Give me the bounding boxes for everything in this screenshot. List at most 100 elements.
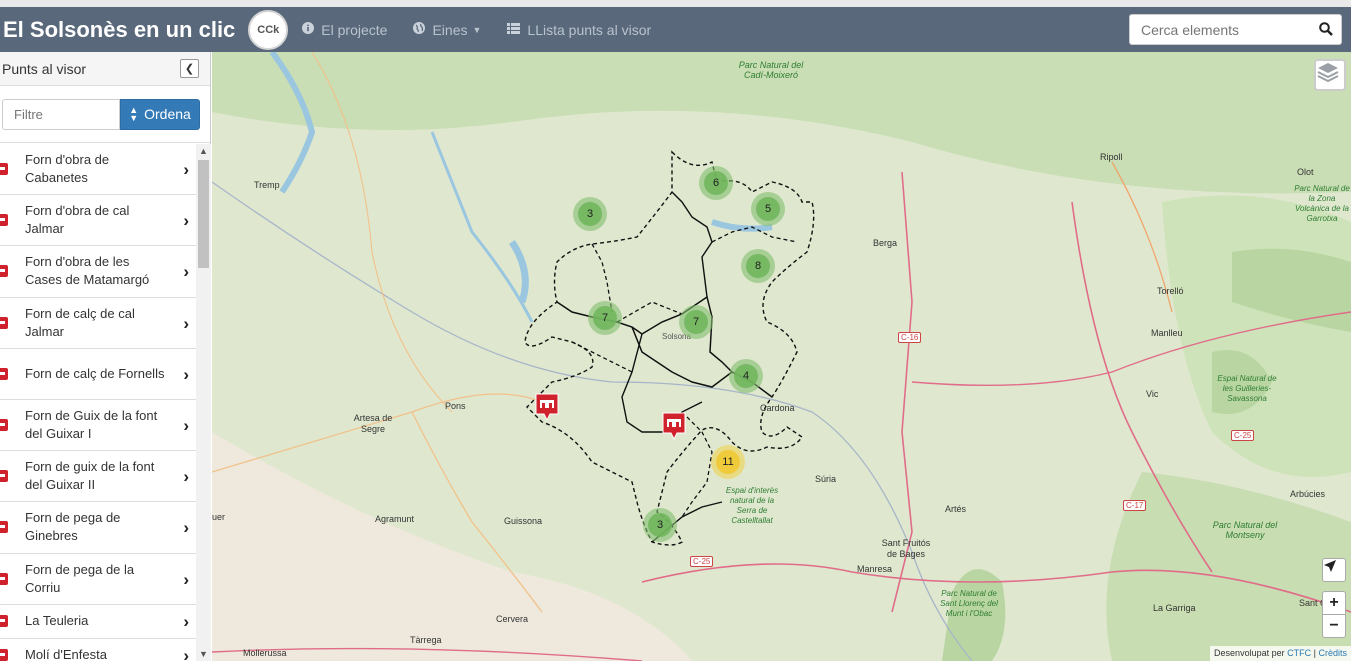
road-label-c16: C-16 — [898, 332, 922, 343]
kiln-marker-icon — [0, 470, 8, 483]
marker-cluster[interactable]: 8 — [741, 249, 775, 283]
cluster-count: 3 — [648, 513, 672, 537]
list-item[interactable]: Molí d'Enfesta › — [0, 639, 196, 661]
cluster-count: 4 — [734, 364, 758, 388]
list-item[interactable]: Forn d'obra de cal Jalmar › — [0, 195, 196, 247]
sort-button-label: Ordena — [144, 106, 191, 122]
marker-cluster[interactable]: 6 — [699, 166, 733, 200]
brand-title[interactable]: El Solsonès en un clic — [3, 17, 235, 43]
kiln-marker-icon — [0, 214, 8, 227]
search-icon[interactable] — [1319, 22, 1333, 41]
search-box — [1129, 14, 1342, 45]
park-castelltallat: Espai d'interès natural de la Serra de C… — [725, 486, 779, 525]
place-berga: Berga — [873, 238, 898, 248]
sidebar-title: Punts al visor — [2, 60, 87, 77]
search-input[interactable] — [1130, 21, 1310, 38]
place-artesa: Artesa de Segre — [353, 413, 393, 434]
sort-button[interactable]: ▲ ▼ Ordena — [120, 98, 200, 130]
info-icon — [302, 22, 315, 37]
list-item[interactable]: Forn de Guix de la font del Guixar I › — [0, 400, 196, 452]
brand-logo[interactable]: CCk — [248, 9, 289, 50]
chevron-right-icon: › — [183, 211, 189, 231]
sidebar-filter-bar: ▲▼ Ordena — [0, 86, 210, 143]
kiln-marker-icon — [0, 649, 8, 661]
chevron-right-icon: › — [183, 160, 189, 180]
sort-icon: ▲ ▼ — [129, 105, 139, 123]
marker-cluster[interactable]: 11 — [711, 445, 745, 479]
scroll-down-icon[interactable]: ▼ — [196, 647, 211, 661]
road-label-c25-west: C-25 — [690, 556, 714, 567]
marker-cluster[interactable]: 4 — [729, 359, 763, 393]
place-tarrega: Tàrrega — [410, 635, 442, 645]
list-item[interactable]: Forn de calç de cal Jalmar › — [0, 298, 196, 349]
marker-cluster[interactable]: 7 — [679, 305, 713, 339]
place-arbucies: Arbúcies — [1290, 489, 1326, 499]
place-mollerussa: Mollerussa — [243, 648, 287, 658]
points-list: Forn d'obra de Cabanetes › Forn d'obra de… — [0, 144, 196, 661]
chevron-right-icon: › — [183, 313, 189, 333]
kiln-marker-icon — [0, 163, 8, 176]
list-item[interactable]: Forn de pega de la Corriu › — [0, 554, 196, 605]
attribution-prefix: Desenvolupat per — [1214, 648, 1285, 658]
nav-llista-punts[interactable]: LLista punts al visor — [507, 22, 651, 38]
marker-cluster[interactable]: 7 — [588, 301, 622, 335]
nav-el-projecte[interactable]: El projecte — [302, 22, 387, 38]
kiln-marker-icon — [0, 615, 8, 628]
nav-el-projecte-label: El projecte — [321, 21, 388, 38]
sidebar-scrollbar[interactable]: ▲ ▼ — [196, 144, 211, 661]
scrollbar-thumb[interactable] — [198, 160, 209, 268]
list-item-label: Forn de Guix de la font del Guixar I — [25, 408, 158, 442]
map-viewer[interactable]: Tremp Ripoll Olot Berga Torelló Manlleu … — [212, 52, 1351, 661]
kiln-marker-icon — [0, 419, 8, 432]
attribution-ctfc-link[interactable]: CTFC — [1287, 648, 1311, 658]
sidebar-points-panel: Punts al visor ❮ ▲▼ Ordena Forn d'obra d… — [0, 52, 211, 661]
chevron-right-icon: › — [183, 262, 189, 282]
nav-eines[interactable]: Eines ▼ — [413, 22, 481, 38]
cluster-count: 3 — [578, 202, 602, 226]
park-cadi-moixero: Parc Natural del Cadí-Moixeró — [738, 60, 804, 80]
kiln-marker-icon[interactable] — [535, 393, 559, 421]
collapse-sidebar-button[interactable]: ❮ — [180, 59, 199, 78]
layers-control-button[interactable] — [1314, 59, 1346, 91]
place-manlleu: Manlleu — [1151, 328, 1183, 338]
place-agramunt: Agramunt — [375, 514, 415, 524]
zoom-out-button[interactable]: − — [1322, 614, 1346, 638]
cluster-count: 8 — [746, 254, 770, 278]
list-item[interactable]: Forn d'obra de Cabanetes › — [0, 144, 196, 196]
kiln-marker-icon — [0, 367, 8, 380]
locate-button[interactable] — [1322, 558, 1346, 582]
attribution-credits-link[interactable]: Crèdits — [1318, 648, 1347, 658]
place-pons: Pons — [445, 401, 466, 411]
chevron-right-icon: › — [183, 646, 189, 661]
list-item[interactable]: Forn de calç de Fornells › — [0, 349, 196, 400]
road-label-c25-east: C-25 — [1231, 430, 1255, 441]
list-item[interactable]: Forn de guix de la font del Guixar II › — [0, 451, 196, 503]
caret-down-icon: ▼ — [472, 24, 482, 35]
zoom-in-button[interactable]: + — [1322, 591, 1346, 615]
place-cervera: Cervera — [496, 614, 529, 624]
browser-top-strip — [0, 0, 1351, 7]
cluster-count: 11 — [716, 450, 740, 474]
globe-icon — [413, 22, 426, 37]
list-item[interactable]: Forn de pega de Ginebres › — [0, 502, 196, 554]
place-la-garriga: La Garriga — [1153, 603, 1196, 613]
marker-cluster[interactable]: 3 — [573, 197, 607, 231]
kiln-marker-icon[interactable] — [662, 412, 686, 440]
list-item[interactable]: La Teuleria › — [0, 605, 196, 639]
chevron-right-icon: › — [183, 612, 189, 632]
place-tremp: Tremp — [254, 180, 280, 190]
place-suria: Súria — [815, 474, 837, 484]
marker-cluster[interactable]: 3 — [643, 508, 677, 542]
filter-input[interactable] — [2, 98, 120, 130]
list-item-label: Molí d'Enfesta — [25, 647, 107, 661]
scroll-up-icon[interactable]: ▲ — [196, 144, 211, 158]
list-item[interactable]: Forn d'obra de les Cases de Matamargó › — [0, 246, 196, 298]
navbar: El Solsonès en un clic CCk El projecte E… — [0, 7, 1351, 52]
list-item-label: Forn d'obra de les Cases de Matamargó — [25, 254, 150, 288]
park-guilleries: Espai Natural de les Guilleries-Savasson… — [1217, 374, 1277, 403]
place-ripoll: Ripoll — [1100, 152, 1123, 162]
cluster-count: 6 — [704, 171, 728, 195]
chevron-left-icon: ❮ — [184, 63, 195, 75]
marker-cluster[interactable]: 5 — [751, 192, 785, 226]
place-torello: Torelló — [1157, 286, 1184, 296]
